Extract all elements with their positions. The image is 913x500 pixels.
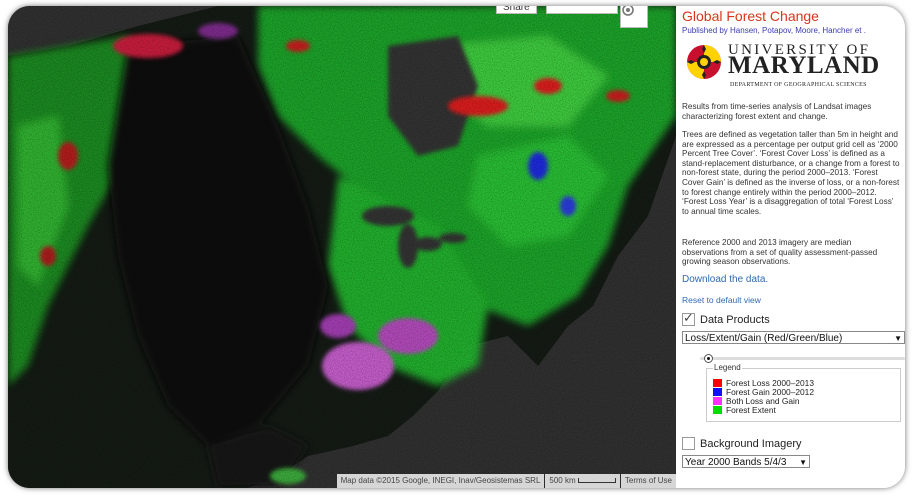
- background-imagery-checkbox[interactable]: [682, 437, 695, 450]
- legend-swatch: [713, 379, 722, 387]
- forest-map-imagery[interactable]: [8, 6, 676, 488]
- data-products-label: Data Products: [700, 313, 770, 326]
- logo-line-3: DEPARTMENT OF GEOGRAPHICAL SCIENCES: [730, 82, 867, 88]
- map-search-button[interactable]: [546, 6, 618, 14]
- university-logo: UNIVERSITY OF MARYLAND DEPARTMENT OF GEO…: [684, 42, 889, 96]
- background-imagery-row[interactable]: Background Imagery: [682, 437, 802, 450]
- data-products-select[interactable]: Loss/Extent/Gain (Red/Green/Blue) ▼: [682, 331, 905, 344]
- side-panel: Global Forest Change Published by Hansen…: [676, 6, 905, 488]
- slider-knob[interactable]: [703, 354, 713, 363]
- legend-label: Forest Extent: [726, 405, 776, 415]
- scale-label: 500 km: [549, 476, 576, 485]
- legend-title: Legend: [713, 363, 742, 372]
- maryland-seal-icon: [687, 45, 721, 79]
- geolocate-button[interactable]: [620, 6, 648, 28]
- slider-track: [700, 357, 905, 360]
- legend-swatch: [713, 406, 722, 414]
- background-imagery-select[interactable]: Year 2000 Bands 5/4/3 ▼: [682, 455, 810, 468]
- scale-bar: 500 km: [545, 474, 620, 488]
- map-attribution: Map data ©2015 Google, INEGI, Inav/Geosi…: [336, 474, 676, 488]
- data-products-checkbox[interactable]: [682, 310, 695, 326]
- reset-view-link[interactable]: Reset to default view: [682, 295, 761, 305]
- data-products-selected: Loss/Extent/Gain (Red/Green/Blue): [685, 333, 843, 344]
- authors-link[interactable]: Published by Hansen, Potapov, Moore, Han…: [682, 26, 866, 35]
- background-imagery-label: Background Imagery: [700, 437, 802, 450]
- data-products-row[interactable]: Data Products: [682, 310, 770, 326]
- legend-box: Legend Forest Loss 2000–2013 Forest Gain…: [706, 363, 901, 422]
- reference-text: Reference 2000 and 2013 imagery are medi…: [682, 238, 878, 267]
- background-imagery-selected: Year 2000 Bands 5/4/3: [685, 457, 787, 468]
- definitions-text: Trees are defined as vegetation taller t…: [682, 130, 900, 216]
- chevron-down-icon: ▼: [894, 334, 902, 343]
- opacity-slider[interactable]: [700, 353, 905, 363]
- legend-item-extent: Forest Extent: [713, 405, 776, 415]
- chevron-down-icon: ▼: [799, 458, 807, 467]
- attribution-text: Map data ©2015 Google, INEGI, Inav/Geosi…: [336, 474, 545, 488]
- intro-text: Results from time-series analysis of Lan…: [682, 102, 872, 121]
- legend-swatch: [713, 397, 722, 405]
- legend-swatch: [713, 388, 722, 396]
- terms-link[interactable]: Terms of Use: [620, 474, 676, 488]
- app-frame: Share Map data ©2015 Google, INEGI, Inav…: [8, 6, 905, 488]
- location-icon: [622, 6, 634, 16]
- share-button[interactable]: Share: [496, 6, 537, 14]
- forest-map[interactable]: Share Map data ©2015 Google, INEGI, Inav…: [8, 6, 676, 488]
- download-link[interactable]: Download the data.: [682, 274, 768, 285]
- page-title: Global Forest Change: [682, 8, 819, 24]
- logo-line-2: MARYLAND: [728, 52, 880, 79]
